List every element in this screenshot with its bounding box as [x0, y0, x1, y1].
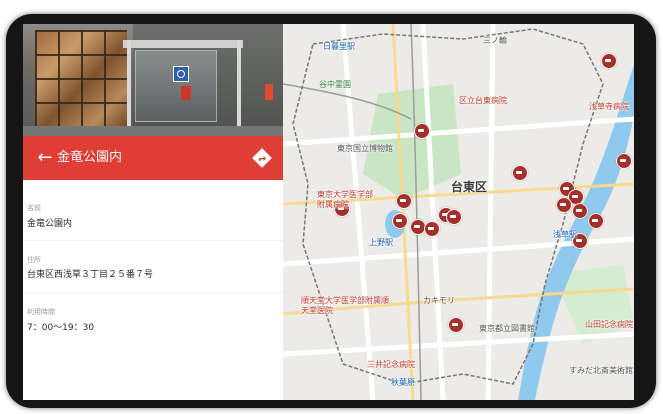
restroom-pin-icon[interactable] [572, 203, 588, 219]
map-view[interactable]: 日暮里駅 谷中霊園 三ノ輪 東京国立博物館 区立台東病院 浅草寺病院 台東区 上… [283, 24, 634, 400]
shelter-post [237, 40, 241, 136]
map-label: 順天堂大学医学部附属順天堂医院 [301, 296, 389, 315]
ground [23, 126, 283, 136]
place-photo [23, 24, 283, 136]
restroom-pin-icon[interactable] [512, 165, 528, 181]
wooden-wall-panels [35, 30, 127, 128]
directions-icon[interactable] [251, 147, 273, 169]
restroom-pin-icon[interactable] [448, 317, 464, 333]
place-detail-panel: ← 金竜公園内 名前 金竜公園内 住所 台東区西浅草３丁目２５番７号 利用時間 … [23, 24, 283, 400]
shelter-roof [123, 40, 243, 48]
restroom-pin-icon[interactable] [424, 221, 440, 237]
map-label: 東京国立博物館 [337, 144, 393, 153]
name-value: 金竜公園内 [27, 219, 73, 229]
map-label: 日暮里駅 [323, 42, 355, 51]
traffic-cone [265, 84, 273, 100]
address-value: 台東区西浅草３丁目２５番７号 [27, 270, 154, 280]
restroom-pin-icon[interactable] [446, 209, 462, 225]
shelter-glass [135, 50, 217, 122]
map-label: 区立台東病院 [459, 96, 507, 105]
restroom-pin-icon[interactable] [588, 213, 604, 229]
map-label: 東京都立図書館 [479, 324, 535, 333]
name-label: 名前 [27, 204, 41, 212]
app-screen: ← 金竜公園内 名前 金竜公園内 住所 台東区西浅草３丁目２５番７号 利用時間 … [23, 24, 634, 400]
restroom-pin-icon[interactable] [601, 53, 617, 69]
map-label: 浅草駅 [553, 230, 577, 239]
restroom-pin-icon[interactable] [414, 123, 430, 139]
arrow-left-icon[interactable]: ← [33, 146, 57, 170]
place-header: ← 金竜公園内 [23, 136, 283, 180]
red-box [181, 86, 191, 100]
map-label: 東京大学医学部附属病院 [317, 190, 373, 209]
map-label: カキモリ [423, 296, 455, 305]
address-label: 住所 [27, 256, 41, 264]
place-title: 金竜公園内 [57, 150, 123, 165]
hours-value: 7：00～19：30 [27, 323, 95, 333]
divider [23, 292, 283, 293]
restroom-sign-icon [173, 66, 189, 82]
map-label: 秋葉原 [391, 378, 415, 387]
map-label: すみだ北斎美術館 [569, 366, 633, 375]
restroom-pin-icon[interactable] [396, 193, 412, 209]
map-label: 上野駅 [369, 238, 393, 247]
hours-label: 利用時間 [27, 308, 55, 316]
map-label: 谷中霊園 [319, 80, 351, 89]
map-label: 山田記念病院 [585, 320, 633, 329]
ward-label: 台東区 [451, 180, 488, 194]
map-label: 三井記念病院 [367, 360, 415, 369]
map-label: 三ノ輪 [483, 36, 507, 45]
divider [23, 240, 283, 241]
restroom-pin-icon[interactable] [392, 213, 408, 229]
restroom-pin-icon[interactable] [556, 197, 572, 213]
shelter-post [127, 40, 131, 136]
restroom-pin-icon[interactable] [616, 153, 632, 169]
map-label: 浅草寺病院 [589, 102, 629, 111]
